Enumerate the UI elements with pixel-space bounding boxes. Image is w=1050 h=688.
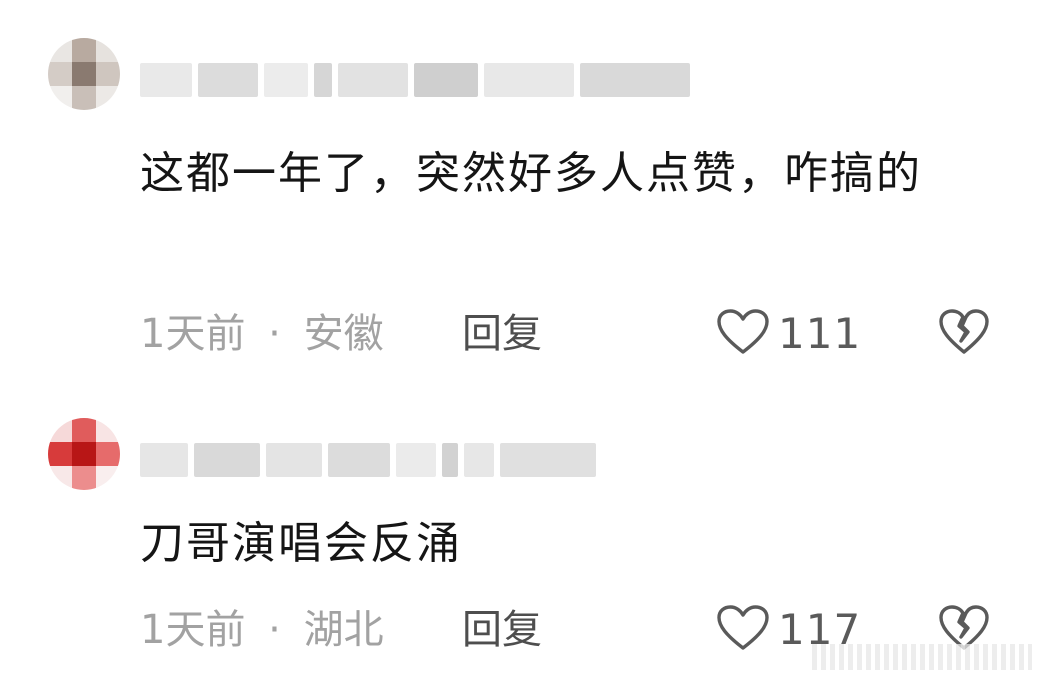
watermark-blur: [812, 644, 1032, 670]
avatar-pixel: [96, 86, 120, 110]
blur-block: [194, 443, 260, 477]
avatar-pixel: [48, 86, 72, 110]
comment-time: 1天前: [140, 607, 246, 653]
comment-text: 这都一年了，突然好多人点赞，咋搞的: [140, 148, 922, 199]
like-button[interactable]: 111: [716, 304, 861, 364]
avatar-pixel: [96, 418, 120, 442]
avatar-pixel: [48, 418, 72, 442]
blur-block: [442, 443, 458, 477]
blur-block: [314, 63, 332, 97]
broken-heart-icon: [938, 308, 990, 360]
avatar-pixel: [72, 38, 96, 62]
like-count: 111: [778, 309, 862, 358]
blur-block: [414, 63, 478, 97]
comment-meta: 1天前 · 安徽: [140, 304, 384, 364]
dislike-button[interactable]: [938, 304, 990, 364]
blur-block: [484, 63, 574, 97]
avatar-pixel: [48, 38, 72, 62]
comment-location: 安徽: [303, 311, 384, 357]
avatar-pixel: [72, 418, 96, 442]
meta-separator: ·: [268, 607, 281, 653]
comment-location: 湖北: [303, 607, 384, 653]
blur-block: [396, 443, 436, 477]
blur-block: [338, 63, 408, 97]
username-blurred[interactable]: [140, 60, 690, 100]
comment-time: 1天前: [140, 311, 246, 357]
blur-block: [580, 63, 690, 97]
avatar-pixel: [96, 442, 120, 466]
blur-block: [328, 443, 390, 477]
comment-text: 刀哥演唱会反涌: [140, 518, 462, 569]
avatar-pixel: [48, 442, 72, 466]
avatar[interactable]: [48, 38, 120, 110]
reply-button[interactable]: 回复: [462, 600, 542, 660]
heart-outline-icon: [716, 604, 770, 656]
avatar[interactable]: [48, 418, 120, 490]
blur-block: [198, 63, 258, 97]
username-blurred[interactable]: [140, 440, 596, 480]
comment-meta: 1天前 · 湖北: [140, 600, 384, 660]
blur-block: [264, 63, 308, 97]
blur-block: [140, 63, 192, 97]
meta-separator: ·: [268, 311, 281, 357]
avatar-pixel: [96, 38, 120, 62]
avatar-pixel: [48, 62, 72, 86]
avatar-pixel: [72, 86, 96, 110]
heart-outline-icon: [716, 308, 770, 360]
avatar-pixel: [72, 442, 96, 466]
reply-button[interactable]: 回复: [462, 304, 542, 364]
avatar-pixel: [72, 466, 96, 490]
avatar-pixel: [96, 466, 120, 490]
blur-block: [500, 443, 596, 477]
blur-block: [464, 443, 494, 477]
avatar-pixel: [48, 466, 72, 490]
avatar-pixel: [96, 62, 120, 86]
blur-block: [266, 443, 322, 477]
blur-block: [140, 443, 188, 477]
avatar-pixel: [72, 62, 96, 86]
